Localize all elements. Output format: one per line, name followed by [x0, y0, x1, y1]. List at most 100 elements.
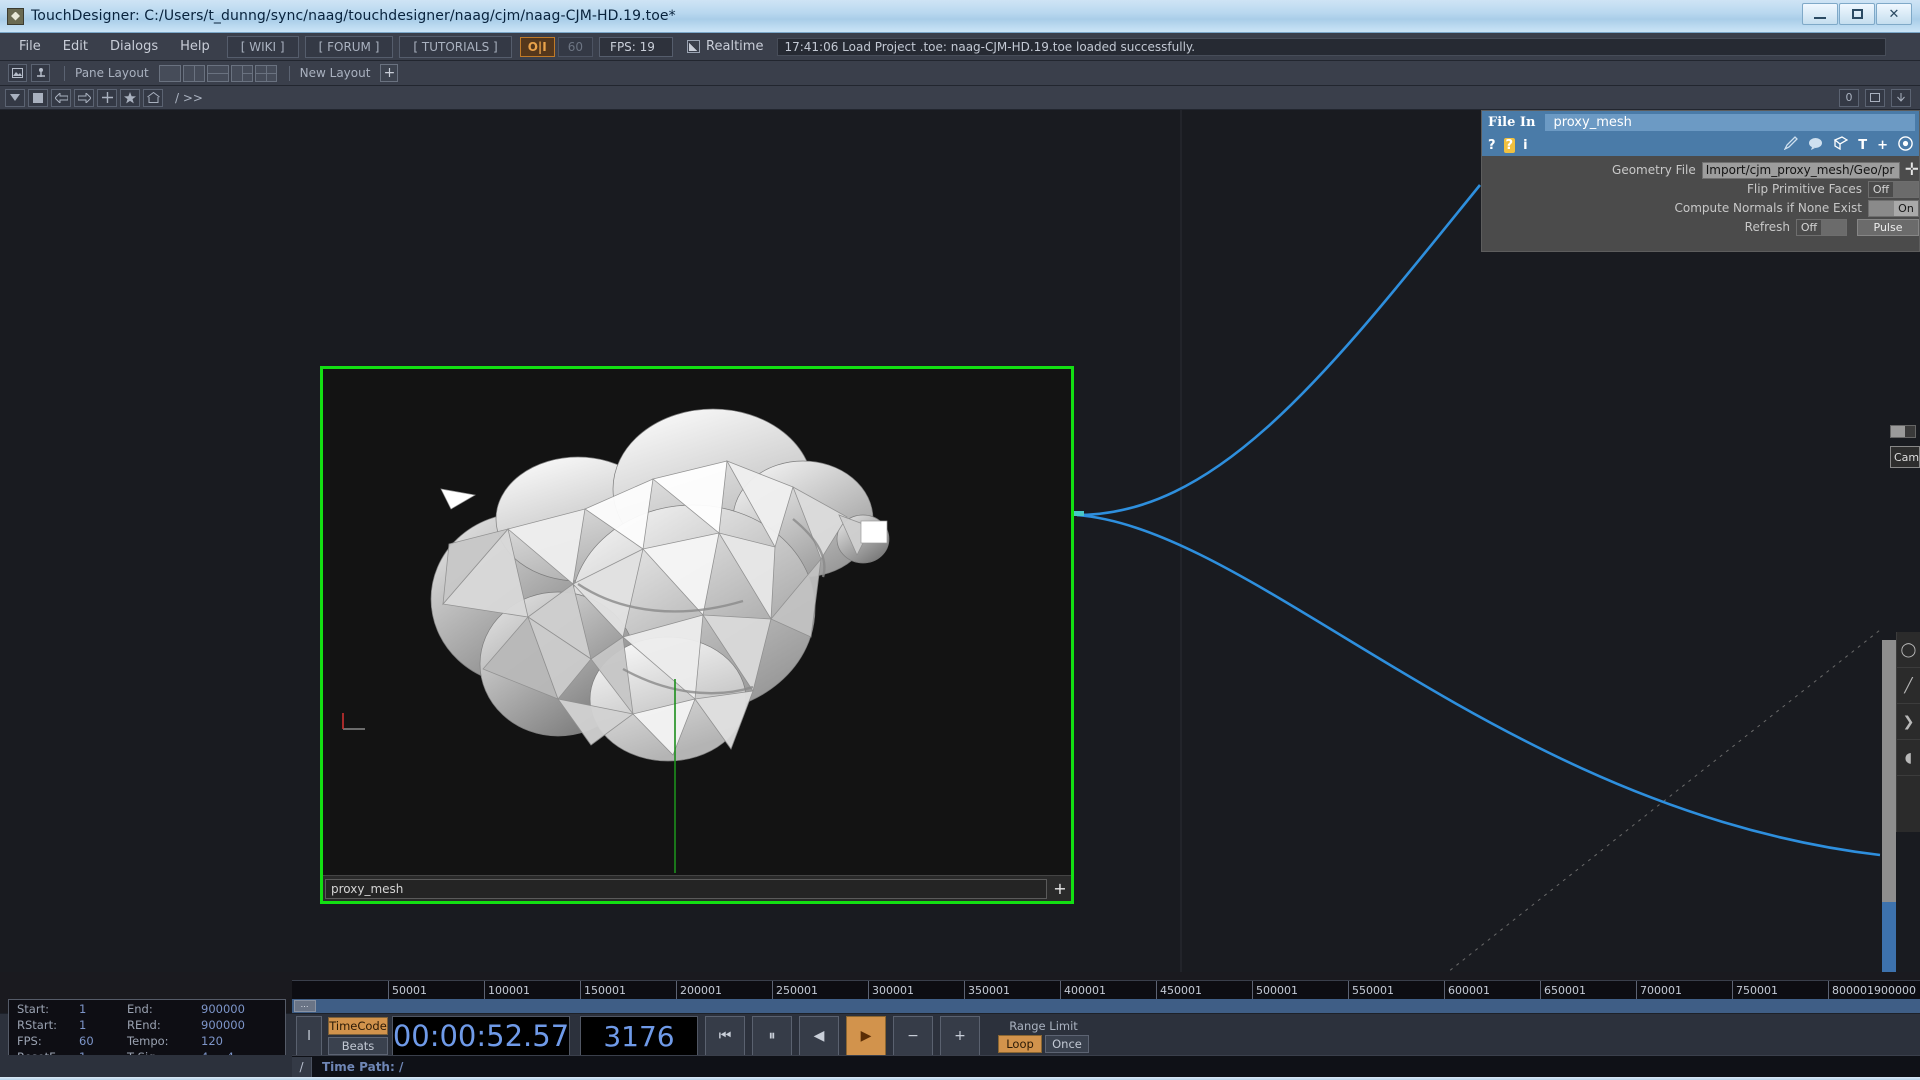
add-icon[interactable] — [97, 88, 117, 107]
transport-controls: I TimeCode Beats 00:00:52.57 3176 ⏮ ⏸ ◀ … — [296, 1016, 1089, 1056]
param-expand-icon-geometry-file[interactable]: ✛ — [1905, 161, 1919, 179]
info-end-val[interactable]: 900000 — [201, 1002, 271, 1016]
pane-window-icon[interactable] — [8, 64, 27, 82]
path-breadcrumb[interactable]: / >> — [175, 91, 203, 105]
param-pulse-button[interactable]: Pulse — [1857, 218, 1919, 236]
window-button[interactable] — [1865, 88, 1885, 107]
timeline-tick: 150001 — [580, 981, 626, 1000]
param-toggle-label-refresh: Off — [1797, 219, 1821, 235]
scrollbar-thumb-upper[interactable] — [1882, 640, 1896, 902]
network-vertical-scrollbar[interactable] — [1882, 640, 1896, 972]
param-toggle-compute-normals[interactable]: On — [1868, 199, 1919, 217]
line-op-icon[interactable]: ╱ — [1897, 668, 1920, 704]
viewer-node-proxy-mesh[interactable]: proxy_mesh + — [320, 366, 1074, 904]
param-toggle-switch-normals[interactable] — [1869, 200, 1894, 216]
step-forward-button[interactable]: + — [940, 1016, 980, 1056]
zero-button[interactable]: 0 — [1839, 88, 1859, 107]
parameter-dialog-file-in[interactable]: File In proxy_mesh ? ? i T + Geometry Fi… — [1481, 110, 1920, 252]
info-start-key: Start: — [17, 1002, 49, 1016]
loop-button[interactable]: Loop — [998, 1035, 1042, 1053]
info-start-val[interactable]: 1 — [79, 1002, 127, 1016]
text-icon[interactable]: T — [1858, 138, 1867, 153]
timeline-ruler[interactable]: 50001 100001 150001 200001 250001 300001… — [292, 980, 1920, 1000]
back-arrow-icon[interactable] — [51, 88, 71, 107]
frame-display[interactable]: 3176 — [580, 1016, 698, 1056]
layout-preset-horizontal-split[interactable] — [206, 64, 229, 82]
menu-file[interactable]: File — [8, 36, 52, 57]
layout-preset-quad-pane[interactable] — [254, 64, 277, 82]
clone-icon[interactable] — [1833, 136, 1849, 154]
chevron-down-icon[interactable] — [5, 88, 25, 107]
timeline-cursor-icon[interactable]: I — [296, 1016, 322, 1056]
edge-node-cam[interactable]: Cam — [1890, 446, 1920, 468]
timecode-display[interactable]: 00:00:52.57 — [392, 1016, 570, 1056]
param-toggle-flip-primitive-faces[interactable]: Off — [1868, 180, 1919, 198]
new-layout-button[interactable]: + — [380, 64, 399, 82]
layout-preset-single[interactable] — [158, 64, 181, 82]
status-message: 17:41:06 Load Project .toe: naag-CJM-HD.… — [777, 37, 1886, 56]
target-icon[interactable] — [1898, 135, 1913, 155]
pane-anchor-icon[interactable] — [31, 64, 50, 82]
beats-mode-button[interactable]: Beats — [328, 1037, 388, 1055]
timeline-range-handle[interactable]: ⋯ — [294, 1000, 316, 1012]
play-forward-button[interactable]: ▶ — [846, 1016, 886, 1056]
scrollbar-thumb-blue[interactable] — [1882, 902, 1896, 972]
pencil-icon[interactable] — [1783, 136, 1799, 154]
viewer-node-add-button[interactable]: + — [1049, 878, 1071, 900]
viewer-node-name[interactable]: proxy_mesh — [325, 878, 1047, 899]
rewind-to-start-button[interactable]: ⏮ — [705, 1016, 745, 1056]
menu-edit[interactable]: Edit — [52, 36, 99, 57]
parameter-op-type: File In — [1488, 115, 1536, 130]
info-fps-val[interactable]: 60 — [79, 1034, 127, 1048]
arrow-op-icon[interactable]: ❯ — [1897, 704, 1920, 740]
step-back-button[interactable]: − — [893, 1016, 933, 1056]
realtime-toggle[interactable]: Realtime — [687, 39, 763, 54]
circle-op-icon[interactable]: ◯ — [1897, 632, 1920, 668]
info-rstart-val[interactable]: 1 — [79, 1018, 127, 1032]
oit-badge[interactable]: O|I — [519, 36, 555, 57]
pause-button[interactable]: ⏸ — [752, 1016, 792, 1056]
layout-preset-vertical-split[interactable] — [182, 64, 205, 82]
realtime-checkbox-icon[interactable] — [687, 40, 701, 53]
close-icon[interactable]: ✕ — [1876, 3, 1912, 25]
timeline-range-bar[interactable]: ⋯ — [292, 999, 1920, 1013]
param-row-refresh: Refresh Off Pulse — [1482, 218, 1919, 236]
once-button[interactable]: Once — [1045, 1035, 1089, 1053]
blob-op-icon[interactable]: ◖ — [1897, 740, 1920, 776]
timecode-mode-button[interactable]: TimeCode — [328, 1017, 388, 1035]
viewport-3d[interactable] — [323, 369, 1071, 873]
fps-cap-field[interactable]: 60 — [557, 36, 594, 57]
wiki-link[interactable]: [ WIKI ] — [226, 35, 299, 58]
menu-help[interactable]: Help — [169, 36, 221, 57]
info-rend-val[interactable]: 900000 — [201, 1018, 271, 1032]
add-parameter-icon[interactable]: + — [1877, 138, 1888, 153]
param-field-geometry-file[interactable]: Import/cjm_proxy_mesh/Geo/pr — [1701, 161, 1900, 179]
home-icon[interactable] — [143, 88, 163, 107]
layout-preset-three-pane[interactable] — [230, 64, 253, 82]
timeline-tick: 250001 — [772, 981, 818, 1000]
help-icon[interactable]: ? — [1488, 138, 1496, 153]
maximize-icon[interactable] — [1839, 3, 1875, 25]
timeline-tick: 100001 — [484, 981, 530, 1000]
comment-icon[interactable] — [1808, 137, 1823, 154]
parameter-op-name[interactable]: proxy_mesh — [1545, 114, 1915, 131]
bookmark-star-icon[interactable] — [120, 88, 140, 107]
forum-link[interactable]: [ FORUM ] — [304, 35, 394, 58]
time-path-root-button[interactable]: / — [292, 1056, 312, 1077]
param-toggle-switch-flip[interactable] — [1893, 181, 1918, 197]
op-help-icon[interactable]: ? — [1503, 137, 1516, 153]
minimize-icon[interactable] — [1802, 3, 1838, 25]
network-right-toolbar[interactable]: ◯ ╱ ❯ ◖ — [1896, 632, 1920, 832]
menu-dialogs[interactable]: Dialogs — [99, 36, 169, 57]
info-tempo-val[interactable]: 120 — [201, 1034, 271, 1048]
play-backward-button[interactable]: ◀ — [799, 1016, 839, 1056]
parameter-dialog-toolbar: ? ? i T + — [1482, 134, 1919, 156]
stop-icon[interactable] — [28, 88, 48, 107]
collapse-down-icon[interactable] — [1891, 88, 1911, 107]
param-toggle-refresh[interactable]: Off — [1796, 218, 1847, 236]
info-icon[interactable]: i — [1523, 138, 1527, 153]
param-toggle-switch-refresh[interactable] — [1821, 219, 1846, 235]
forward-arrow-icon[interactable] — [74, 88, 94, 107]
timeline-tick: 300001 — [868, 981, 914, 1000]
tutorials-link[interactable]: [ TUTORIALS ] — [399, 35, 512, 58]
